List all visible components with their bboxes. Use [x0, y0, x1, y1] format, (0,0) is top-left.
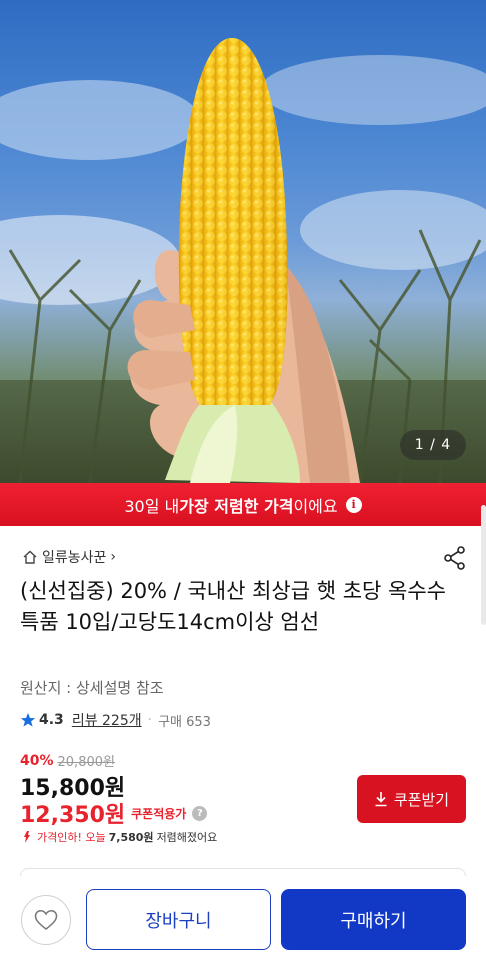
arrow-down-icon — [24, 831, 30, 843]
scrollbar[interactable] — [481, 505, 486, 625]
review-count-link[interactable]: 리뷰 225개 — [72, 710, 142, 730]
help-icon[interactable]: ? — [192, 805, 208, 821]
share-icon[interactable] — [442, 545, 468, 571]
buy-now-button[interactable]: 구매하기 — [281, 889, 466, 950]
price-drop-suffix: 저렴해졌어요 — [156, 831, 218, 844]
seller-name: 일류농사꾼 — [42, 550, 107, 566]
get-coupon-button[interactable]: 쿠폰받기 — [357, 775, 466, 823]
product-origin: 원산지 : 상세설명 참조 — [20, 679, 164, 697]
sales-count: 구매 653 — [158, 714, 211, 730]
coupon-price: 12,350원 — [20, 803, 126, 828]
price-drop-amount: 7,580원 — [108, 831, 154, 844]
image-page-indicator: 1 / 4 — [400, 430, 466, 460]
wishlist-button[interactable] — [21, 895, 71, 945]
star-icon — [20, 713, 36, 727]
home-icon — [23, 550, 37, 564]
seller-link[interactable]: 일류농사꾼 › — [22, 547, 116, 567]
corn-illustration — [0, 38, 486, 483]
add-to-cart-button[interactable]: 장바구니 — [86, 889, 271, 950]
rating-row: 4.3 리뷰 225개 · 구매 653 — [20, 710, 211, 730]
original-price: 20,800원 — [57, 755, 115, 770]
coupon-price-row: 12,350원 쿠폰적용가 ? — [20, 797, 208, 829]
heart-icon — [34, 910, 58, 930]
product-title: (신선집중) 20% / 국내산 최상급 햇 초당 옥수수 특품 10입/고당도… — [20, 579, 446, 634]
banner-suffix: 이에요 — [293, 496, 338, 516]
price-drop-prefix: 가격인하! 오늘 — [37, 831, 106, 844]
download-icon — [375, 792, 387, 807]
product-image[interactable]: 1 / 4 — [0, 0, 486, 483]
discount-rate: 40% — [20, 752, 54, 769]
banner-prefix: 30일 내 — [124, 496, 180, 516]
banner-highlight: 가장 저렴한 가격 — [179, 496, 294, 516]
lowest-price-banner[interactable]: 30일 내 가장 저렴한 가격 이에요 i — [0, 483, 486, 526]
chevron-right-icon: › — [110, 549, 117, 565]
discount-row: 40% 20,800원 — [20, 751, 115, 771]
product-detail-page: 1 / 4 30일 내 가장 저렴한 가격 이에요 i 일류농사꾼 › (신선집중… — [0, 0, 486, 960]
info-icon[interactable]: i — [345, 496, 362, 513]
price-drop-notice: 가격인하! 오늘 7,580원 저렴해졌어요 — [20, 829, 217, 845]
rating-score: 4.3 — [39, 712, 64, 728]
get-coupon-label: 쿠폰받기 — [393, 791, 450, 809]
separator-dot: · — [147, 712, 153, 728]
coupon-price-label: 쿠폰적용가 — [131, 806, 187, 821]
